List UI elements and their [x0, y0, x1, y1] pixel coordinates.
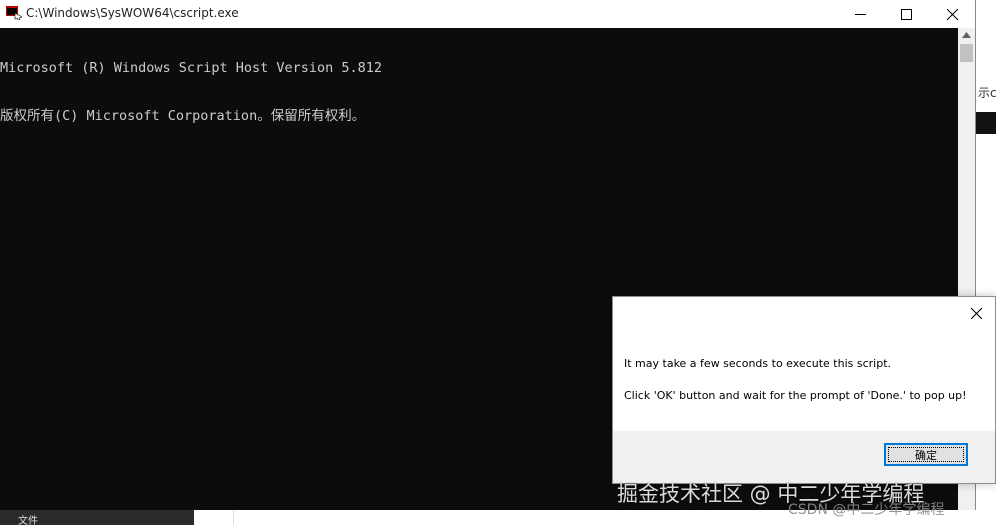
taskbar-item[interactable]: 文件 [0, 510, 194, 525]
background-app-console-thumb [976, 112, 996, 134]
close-button[interactable] [929, 0, 975, 28]
dialog-message-line: Click 'OK' button and wait for the promp… [624, 389, 967, 402]
dialog-footer: 确定 [613, 431, 995, 483]
close-icon [946, 8, 958, 20]
console-app-icon [6, 6, 22, 20]
message-dialog[interactable]: It may take a few seconds to execute thi… [612, 296, 996, 484]
minimize-button[interactable] [837, 0, 883, 28]
scrollbar-thumb[interactable] [960, 44, 973, 62]
background-app-text: 示c [978, 86, 996, 100]
close-icon [970, 307, 982, 319]
screen: 示c C:\Windows\SysWOW64\cscript.exe Micro… [0, 0, 996, 525]
divider [233, 510, 234, 525]
minimize-icon [854, 13, 866, 15]
console-line: Microsoft (R) Windows Script Host Versio… [0, 60, 383, 76]
taskbar-item-label: 文件 [18, 516, 38, 525]
maximize-button[interactable] [883, 0, 929, 28]
console-line: 版权所有(C) Microsoft Corporation。保留所有权利。 [0, 108, 366, 124]
ok-button[interactable]: 确定 [884, 443, 968, 466]
window-title: C:\Windows\SysWOW64\cscript.exe [26, 6, 239, 20]
maximize-icon [900, 8, 912, 20]
watermark-secondary: CSDN @中二少年学编程 [788, 502, 945, 518]
scroll-up-arrow-icon[interactable] [962, 32, 971, 38]
dialog-message-line: It may take a few seconds to execute thi… [624, 357, 892, 370]
title-bar[interactable]: C:\Windows\SysWOW64\cscript.exe [0, 0, 975, 28]
focus-rect [888, 447, 964, 462]
dialog-close-button[interactable] [963, 301, 989, 325]
